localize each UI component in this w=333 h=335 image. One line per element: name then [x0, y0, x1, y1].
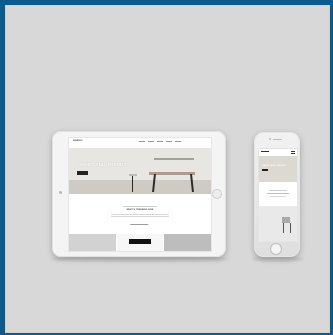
tablet-hero-title: SMART AND TRENDY — [77, 162, 127, 167]
tablet-screen: NORDIC SMART AND TRENDY WHAT'S TRENDING … — [68, 137, 212, 252]
hero-stool-leg — [132, 176, 133, 192]
nav-link[interactable] — [175, 141, 181, 142]
tablet-nav-links — [139, 141, 181, 142]
tablet-hero-banner: SMART AND TRENDY — [69, 148, 211, 194]
tablet-section-title: WHAT'S TRENDING NOW — [126, 209, 154, 211]
tablet-site-logo[interactable]: NORDIC — [73, 140, 83, 142]
tablet-thumbnails — [69, 234, 211, 251]
hamburger-menu-icon[interactable] — [291, 151, 295, 154]
thumbnail-image[interactable] — [69, 234, 116, 251]
phone-home-button[interactable] — [270, 243, 282, 255]
chair-legs — [283, 223, 291, 233]
hero-stool — [129, 174, 137, 176]
tablet-camera — [59, 191, 62, 194]
phone-speaker — [273, 139, 282, 140]
thumbnail-badge — [129, 239, 151, 244]
phone-intro-section — [259, 182, 297, 206]
tablet-site-nav: NORDIC — [69, 138, 211, 148]
section-paragraph — [111, 214, 169, 218]
thumbnail-image[interactable] — [164, 234, 211, 251]
phone-hero-title: SMART AND TRENDY — [262, 165, 286, 167]
section-eyebrow — [123, 206, 157, 207]
tablet-device: NORDIC SMART AND TRENDY WHAT'S TRENDING … — [52, 131, 226, 257]
phone-feature-image — [259, 206, 297, 241]
mockup-background: NORDIC SMART AND TRENDY WHAT'S TRENDING … — [5, 5, 330, 333]
phone-site-nav — [259, 149, 297, 156]
hero-shelf — [154, 158, 194, 160]
phone-section-line — [270, 196, 286, 197]
phone-section-line — [267, 193, 289, 194]
nav-link[interactable] — [166, 141, 172, 142]
phone-hero-banner: SMART AND TRENDY — [259, 156, 297, 182]
nav-link[interactable] — [139, 141, 145, 142]
signature-graphic — [130, 221, 150, 225]
phone-camera — [269, 138, 271, 140]
hero-floor — [69, 180, 211, 194]
thumbnail-card[interactable] — [117, 234, 163, 251]
phone-site-logo[interactable] — [261, 151, 269, 152]
nav-link[interactable] — [157, 141, 163, 142]
phone-section-line — [269, 190, 287, 191]
phone-screen: SMART AND TRENDY — [258, 148, 298, 242]
phone-device: SMART AND TRENDY — [254, 132, 300, 257]
tablet-intro-section: WHAT'S TRENDING NOW — [69, 194, 211, 234]
tablet-home-button[interactable] — [212, 189, 222, 199]
nav-link[interactable] — [148, 141, 154, 142]
phone-hero-button[interactable] — [262, 169, 268, 171]
tablet-hero-button[interactable] — [77, 171, 88, 175]
